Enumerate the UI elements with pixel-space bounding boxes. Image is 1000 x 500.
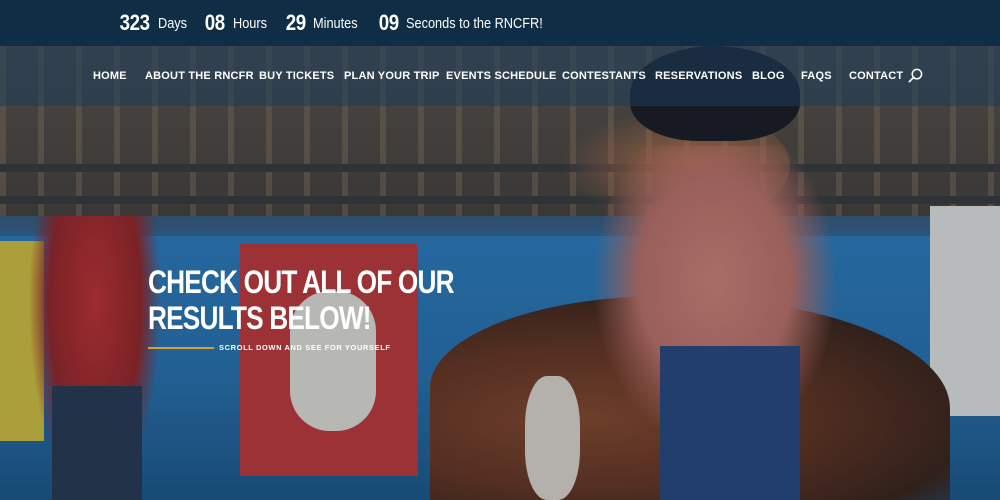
nav-item-contestants[interactable]: CONTESTANTS (562, 70, 646, 82)
countdown-minutes-label: Minutes (313, 14, 359, 32)
nav-item-blog[interactable]: BLOG (752, 70, 785, 82)
countdown-seconds-label: Seconds to the RNCFR! (406, 14, 544, 32)
countdown-days-label: Days (158, 14, 188, 32)
nav-item-events-schedule[interactable]: EVENTS SCHEDULE (446, 70, 557, 82)
main-nav: HOME ABOUT THE RNCFR BUY TICKETS PLAN YO… (0, 46, 1000, 106)
nav-item-reservations[interactable]: RESERVATIONS (655, 70, 742, 82)
nav-item-home[interactable]: HOME (93, 70, 127, 82)
countdown-hours-value: 08 (205, 10, 226, 35)
accent-divider (148, 346, 214, 349)
countdown-days-value: 323 (119, 10, 150, 35)
countdown-seconds-value: 09 (378, 10, 399, 35)
countdown-hours-label: Hours (232, 14, 267, 32)
hero-subheading: SCROLL DOWN AND SEE FOR YOURSELF (219, 343, 391, 352)
hero-subheading-row: SCROLL DOWN AND SEE FOR YOURSELF (148, 343, 391, 352)
nav-item-plan-trip[interactable]: PLAN YOUR TRIP (344, 70, 440, 82)
nav-item-about[interactable]: ABOUT THE RNCFR (145, 70, 254, 82)
hero-headline: CHECK OUT ALL OF OUR RESULTS BELOW! (148, 264, 455, 336)
search-icon[interactable] (908, 68, 923, 83)
countdown-bar: 323 Days 08 Hours 29 Minutes 09 Seconds … (0, 0, 1000, 46)
nav-item-buy-tickets[interactable]: BUY TICKETS (259, 70, 334, 82)
countdown-minutes-value: 29 (285, 10, 306, 35)
nav-item-faqs[interactable]: FAQS (801, 70, 832, 82)
nav-item-contact[interactable]: CONTACT (849, 70, 903, 82)
